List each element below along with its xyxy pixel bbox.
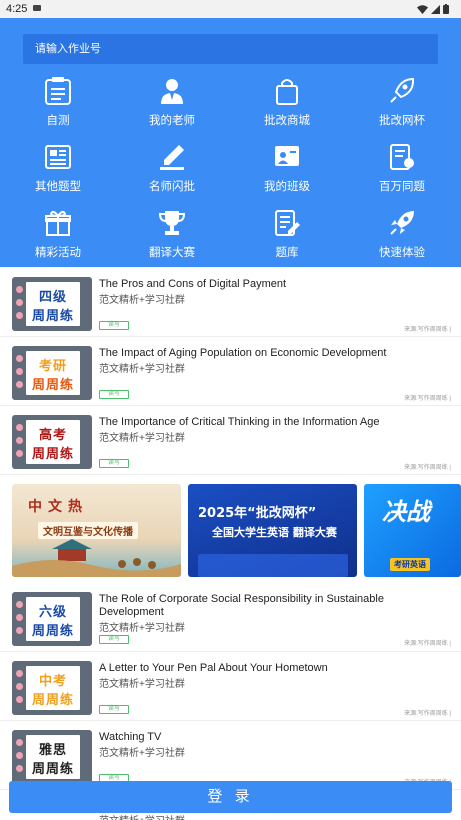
- category-tag: 读写: [99, 321, 129, 330]
- essay-thumbnail: 高考 周周练: [12, 415, 92, 469]
- menu-item-translation-contest[interactable]: 翻译大赛: [122, 208, 222, 260]
- menu-item-question-bank[interactable]: 题库: [237, 208, 337, 260]
- category-tag: 读写: [99, 635, 129, 644]
- essay-source: 来源:写作周周练 |: [404, 465, 451, 471]
- banner-title: 决战: [382, 498, 430, 526]
- essay-source: 来源:写作周周练 |: [404, 327, 451, 333]
- essay-thumbnail: 考研 周周练: [12, 346, 92, 400]
- search-input[interactable]: 请输入作业号: [23, 34, 438, 64]
- palace-illustration: [12, 539, 181, 577]
- banner-carousel[interactable]: 中文热 文明互鉴与文化传播 2025年“批改网杯” 全国大学生英语 翻译大赛 决…: [12, 484, 461, 577]
- login-button[interactable]: 登 录: [9, 781, 452, 813]
- list-item[interactable]: 雅思周周练 Watching TV 范文精析+学习社群 读写 来源:写作周周练 …: [0, 722, 461, 790]
- rocket-badge-icon: [390, 77, 415, 103]
- menu-label: 精彩活动: [35, 247, 81, 259]
- menu-item-self-test[interactable]: 自测: [8, 76, 108, 128]
- essay-title: The Impact of Aging Population on Econom…: [99, 347, 387, 359]
- header-panel: 请输入作业号 自测 我的老师 批改商城 批改网杯 其他题型 名师闪批 我的班级 …: [0, 18, 461, 267]
- essay-subtitle: 范文精析+学习社群: [99, 295, 185, 306]
- menu-label: 批改网杯: [379, 115, 425, 127]
- essay-subtitle: 范文精析+学习社群: [99, 433, 185, 444]
- essay-source: 来源:写作周周练 |: [404, 641, 451, 647]
- list-item[interactable]: 六级 周周练 The Role of Corporate Social Respo…: [0, 584, 461, 652]
- status-icons: [417, 4, 449, 14]
- category-tag: 读写: [99, 390, 129, 399]
- essay-subtitle: 范文精析+学习社群: [99, 812, 185, 820]
- banner-translation-contest[interactable]: 2025年“批改网杯” 全国大学生英语 翻译大赛: [188, 484, 357, 577]
- list-item[interactable]: 中考 周周练 A Letter to Your Pen Pal About You…: [0, 653, 461, 721]
- list-item[interactable]: 四级 周周练 The Pros and Cons of Digital Payme…: [0, 269, 461, 337]
- essay-thumbnail: 四级 周周练: [12, 277, 92, 331]
- essay-title: The Importance of Critical Thinking in t…: [99, 416, 380, 428]
- menu-label: 自测: [46, 115, 70, 127]
- menu-item-my-teacher[interactable]: 我的老师: [122, 76, 222, 128]
- trophy-icon: [158, 211, 186, 235]
- menu-item-flash-grading[interactable]: 名师闪批: [122, 142, 222, 194]
- clipboard-icon: [45, 77, 71, 105]
- category-tag: 读写: [99, 459, 129, 468]
- menu-item-cup[interactable]: 批改网杯: [352, 76, 452, 128]
- menu-label: 题库: [275, 247, 299, 259]
- menu-label: 批改商城: [264, 115, 310, 127]
- menu-item-other-types[interactable]: 其他题型: [8, 142, 108, 194]
- essay-subtitle: 范文精析+学习社群: [99, 623, 185, 634]
- essay-title: Watching TV: [99, 731, 162, 743]
- teacher-icon: [161, 79, 183, 104]
- banner-decoration: [198, 554, 348, 577]
- menu-label: 名师闪批: [149, 181, 195, 193]
- menu-label: 我的老师: [149, 115, 195, 127]
- banner-exam[interactable]: 决战 考研英语: [364, 484, 461, 577]
- essay-subtitle: 范文精析+学习社群: [99, 748, 185, 759]
- essay-title: The Pros and Cons of Digital Payment: [99, 278, 287, 290]
- essay-subtitle: 范文精析+学习社群: [99, 679, 185, 690]
- status-time: 4:25: [6, 3, 28, 15]
- menu-item-same-topic[interactable]: 百万同题: [352, 142, 452, 194]
- category-tag: 读写: [99, 705, 129, 714]
- essay-title: The Role of Corporate Social Responsibil…: [99, 593, 384, 618]
- essay-source: 来源:写作周周练 |: [404, 396, 451, 402]
- menu-item-shop[interactable]: 批改商城: [237, 76, 337, 128]
- rocket-icon: [390, 211, 414, 235]
- menu-item-activities[interactable]: 精彩活动: [8, 208, 108, 260]
- menu-item-quick-try[interactable]: 快速体验: [352, 208, 452, 260]
- essay-thumbnail: 中考 周周练: [12, 661, 92, 715]
- battery-icon: [443, 4, 449, 14]
- menu-label: 快速体验: [379, 247, 425, 259]
- list-item[interactable]: 考研 周周练 The Impact of Aging Population on …: [0, 338, 461, 406]
- certificate-icon: [390, 144, 414, 170]
- shopping-bag-icon: [276, 79, 298, 105]
- menu-label: 百万同题: [379, 181, 425, 193]
- pen-icon: [160, 145, 184, 170]
- essay-subtitle: 范文精析+学习社群: [99, 364, 185, 375]
- wifi-icon: [417, 4, 428, 14]
- banner-title: 2025年“批改网杯”: [198, 506, 317, 521]
- essay-thumbnail: 雅思 周周练: [12, 730, 92, 784]
- signal-icon: [431, 4, 440, 14]
- list-item[interactable]: 高考 周周练 The Importance of Critical Thinkin…: [0, 407, 461, 475]
- edit-document-icon: [275, 210, 300, 236]
- menu-label: 其他题型: [35, 181, 81, 193]
- status-bar: 4:25: [0, 0, 461, 18]
- menu-item-my-class[interactable]: 我的班级: [237, 142, 337, 194]
- classroom-icon: [275, 146, 299, 166]
- essay-title: A Letter to Your Pen Pal About Your Home…: [99, 662, 328, 674]
- newspaper-icon: [45, 145, 71, 169]
- banner-subtitle: 考研英语: [390, 558, 430, 571]
- menu-label: 翻译大赛: [149, 247, 195, 259]
- essay-thumbnail: 六级 周周练: [12, 592, 92, 646]
- banner-subtitle: 全国大学生英语 翻译大赛: [212, 526, 337, 539]
- message-icon: [33, 5, 41, 11]
- banner-chinese-culture[interactable]: 中文热 文明互鉴与文化传播: [12, 484, 181, 577]
- essay-source: 来源:写作周周练 |: [404, 711, 451, 717]
- gift-icon: [45, 210, 71, 236]
- menu-label: 我的班级: [264, 181, 310, 193]
